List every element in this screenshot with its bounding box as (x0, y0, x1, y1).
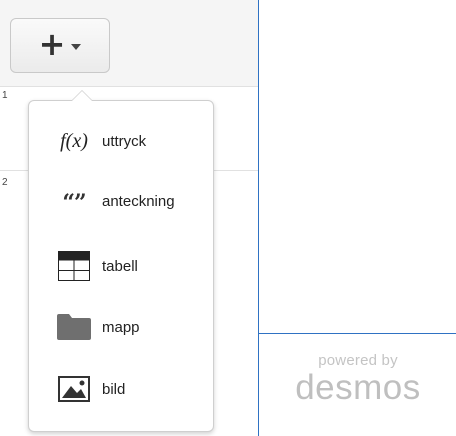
menu-item-label: mapp (102, 318, 140, 336)
folder-icon (51, 314, 97, 340)
function-icon: f(x) (60, 129, 88, 152)
image-icon (51, 376, 97, 402)
expression-row-index: 2 (2, 177, 8, 188)
graph-divider (259, 333, 456, 334)
menu-item-image[interactable]: bild (29, 359, 213, 419)
plus-icon: + (38, 24, 66, 63)
menu-item-label: uttryck (102, 132, 147, 150)
menu-item-table[interactable]: tabell (29, 236, 213, 296)
caret-down-icon (71, 43, 82, 50)
graph-paper[interactable]: powered by desmos (259, 0, 456, 436)
desmos-calculator: + 1 2 powered by desmos f(x) uttryck “” (0, 0, 456, 436)
add-item-menu: f(x) uttryck “” anteckning tabell mapp b… (28, 90, 214, 432)
table-icon (51, 251, 97, 281)
expression-row-index: 1 (2, 90, 8, 101)
menu-item-folder[interactable]: mapp (29, 297, 213, 357)
quote-icon: “” (62, 190, 86, 216)
desmos-logo: desmos (295, 368, 421, 407)
menu-item-expression[interactable]: f(x) uttryck (29, 111, 213, 171)
menu-item-note[interactable]: “” anteckning (29, 171, 213, 231)
expression-toolbar: + (0, 0, 258, 87)
add-item-button[interactable]: + (10, 18, 110, 73)
powered-by-desmos[interactable]: powered by desmos (283, 352, 433, 406)
menu-item-label: tabell (102, 257, 138, 275)
menu-item-label: anteckning (102, 192, 175, 210)
menu-pointer (71, 90, 93, 101)
menu-item-label: bild (102, 380, 126, 398)
